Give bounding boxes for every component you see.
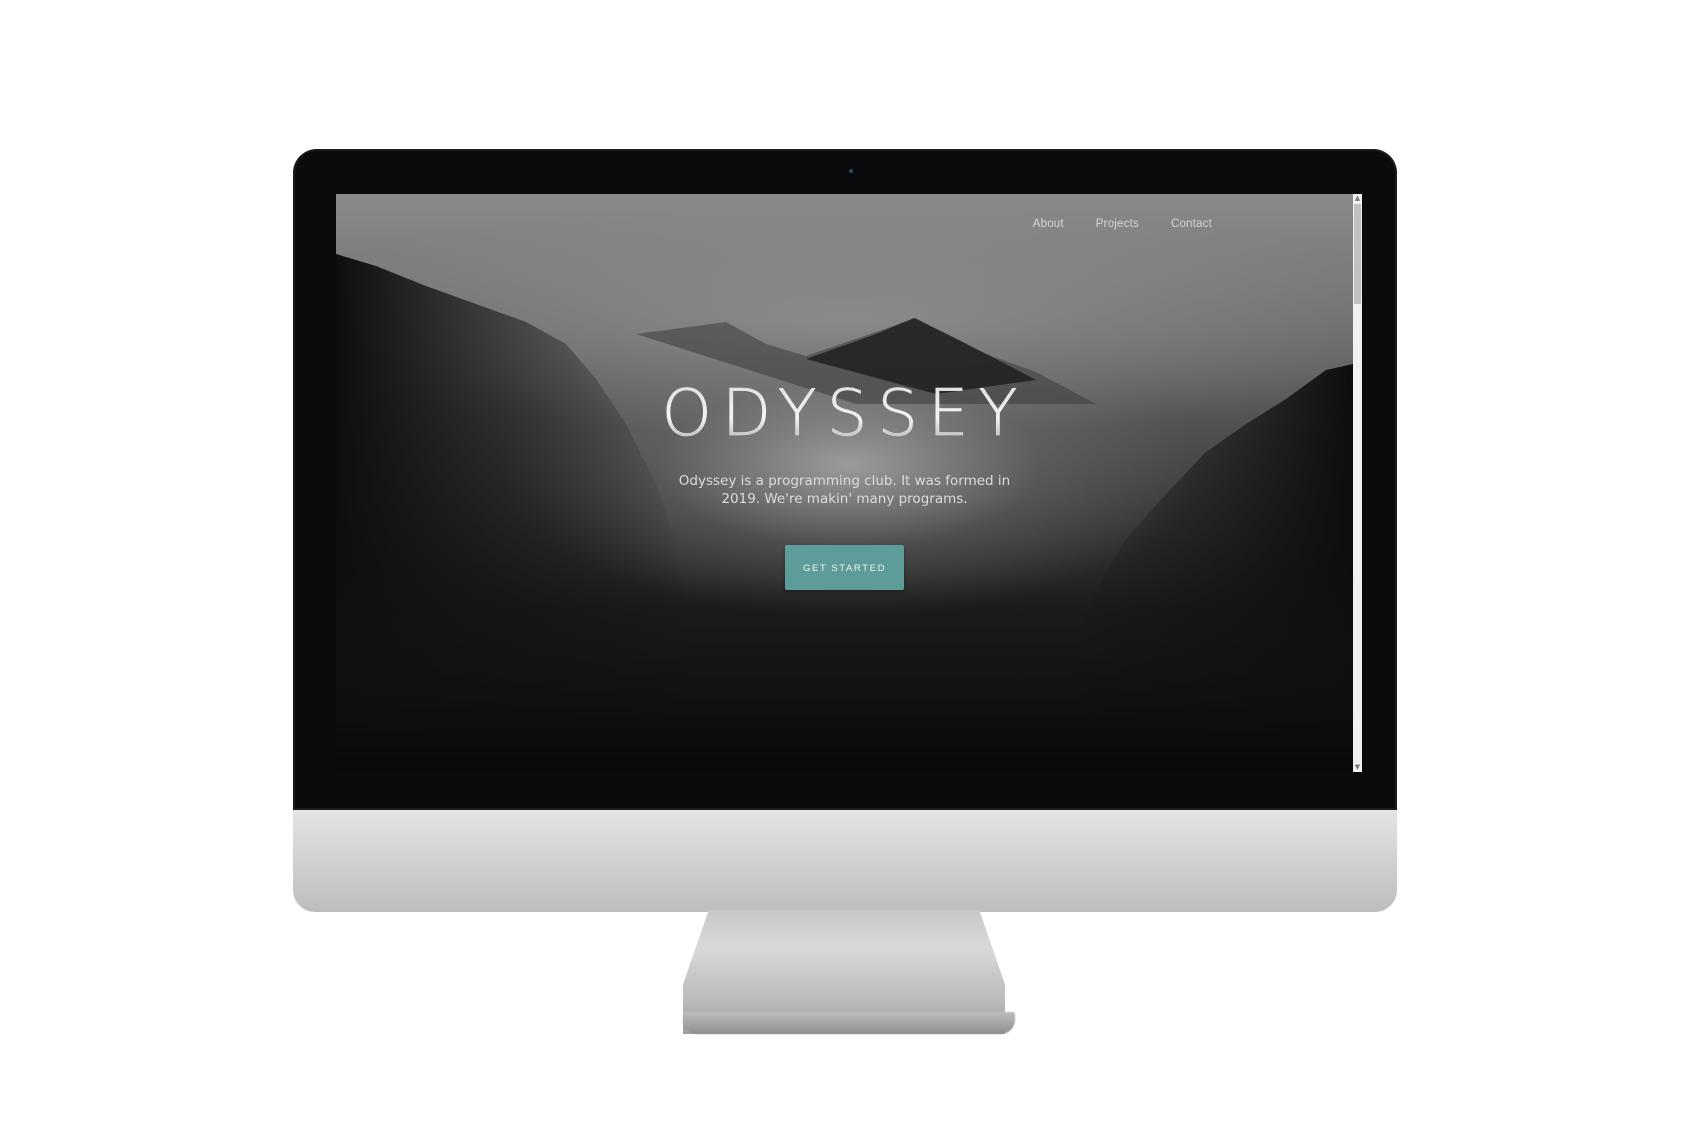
- scroll-down-icon[interactable]: ▼: [1353, 763, 1362, 772]
- camera-icon: [849, 169, 853, 173]
- nav-link-contact[interactable]: Contact: [1171, 218, 1212, 230]
- get-started-button[interactable]: GET STARTED: [785, 545, 904, 590]
- monitor-stand-base: [683, 1012, 1015, 1034]
- nav-link-about[interactable]: About: [1033, 218, 1064, 230]
- monitor-chin: [293, 810, 1397, 912]
- scrollbar[interactable]: ▲ ▼: [1353, 194, 1362, 772]
- hero-title: ODYSSEY: [336, 382, 1353, 447]
- scrollbar-thumb[interactable]: [1354, 204, 1361, 304]
- nav-link-projects[interactable]: Projects: [1096, 218, 1139, 230]
- top-nav: About Projects Contact: [1033, 218, 1212, 230]
- hero-description: Odyssey is a programming club. It was fo…: [678, 473, 1011, 507]
- website-screen: About Projects Contact ODYSSEY Odyssey i…: [336, 194, 1362, 772]
- scroll-up-icon[interactable]: ▲: [1353, 194, 1362, 203]
- hero-section: ODYSSEY Odyssey is a programming club. I…: [336, 382, 1353, 590]
